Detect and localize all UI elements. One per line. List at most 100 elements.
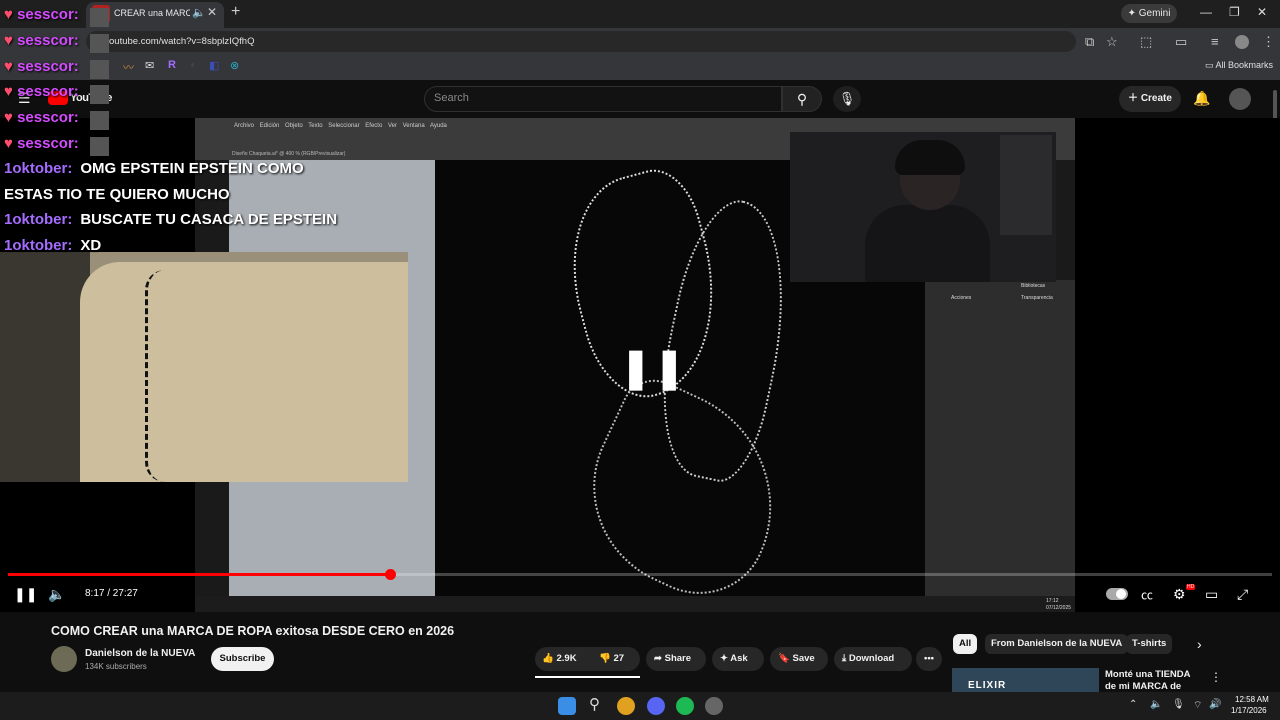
all-bookmarks[interactable]: ▭ All Bookmarks	[1205, 60, 1273, 71]
captions-icon[interactable]: ㏄	[1141, 586, 1153, 603]
media-icon[interactable]: ≡	[1211, 34, 1219, 49]
tab-close-icon[interactable]: ✕	[207, 5, 217, 19]
search-button[interactable]: ⚲	[782, 86, 822, 112]
share-label: Share	[664, 653, 692, 664]
fullscreen-icon[interactable]: ⤢	[1237, 586, 1248, 603]
search-placeholder: Search	[434, 92, 469, 104]
notifications-bell-icon[interactable]: 🔔	[1193, 90, 1210, 107]
tray-volume-icon[interactable]: 🔊	[1209, 699, 1221, 710]
chat-text: XD	[80, 237, 102, 254]
ask-button[interactable]: ✦ Ask	[712, 647, 764, 671]
ask-label: Ask	[730, 653, 748, 664]
bookmark-4-icon[interactable]: ◖	[189, 59, 196, 71]
taskbar-time[interactable]: 12:58 AM	[1235, 695, 1269, 704]
maximize-icon[interactable]: ❐	[1229, 5, 1240, 19]
start-icon[interactable]	[558, 697, 576, 715]
stream-clock-time: 17:12	[1046, 598, 1059, 604]
bookmark-5-icon[interactable]: ◧	[209, 59, 219, 72]
thumbs-down-icon: 👎	[599, 653, 611, 664]
create-button[interactable]: ＋ Create	[1119, 86, 1181, 112]
minimize-icon[interactable]: —	[1200, 5, 1212, 19]
tab-search-icon[interactable]: ▭	[1175, 34, 1187, 50]
chip-all[interactable]: All	[953, 634, 978, 654]
bookmark-1-icon[interactable]: 〰	[123, 59, 134, 75]
video-title: COMO CREAR una MARCA DE ROPA exitosa DES…	[51, 624, 455, 638]
like-button[interactable]: 👍 2.9K	[535, 647, 593, 671]
profile-avatar[interactable]	[1235, 35, 1249, 49]
all-bookmarks-label: All Bookmarks	[1215, 60, 1274, 70]
panel-item: Transparencia	[1021, 295, 1053, 301]
chrome-icon[interactable]	[617, 697, 635, 715]
bookmark-6-icon[interactable]: ⊗	[230, 59, 239, 72]
tray-chevron-icon[interactable]: ⌃	[1129, 699, 1137, 710]
search-input[interactable]	[424, 86, 782, 112]
spotify-icon[interactable]	[676, 697, 694, 715]
panel-item: Bibliotecas	[1021, 283, 1046, 289]
discord-icon[interactable]	[647, 697, 665, 715]
kebab-menu-icon[interactable]: ⋮	[1210, 670, 1222, 684]
tray-audio-icon[interactable]: 🔈	[1150, 699, 1162, 710]
chat-username: sesscor:	[17, 109, 79, 126]
save-label: Save	[792, 653, 815, 664]
tab-audio-icon[interactable]: 🔈	[192, 6, 206, 19]
chat-message: 1oktober: OMG EPSTEIN EPSTEIN COMO	[4, 160, 304, 177]
volume-icon[interactable]: 🔈	[48, 586, 65, 603]
chevron-right-icon[interactable]: ›	[1197, 636, 1202, 652]
extensions-icon[interactable]: ⬚	[1140, 34, 1152, 50]
chat-username: sesscor:	[17, 135, 79, 152]
tray-wifi-icon[interactable]: ⌔	[1193, 699, 1202, 712]
channel-name[interactable]: Danielson de la NUEVA	[85, 648, 195, 659]
coiled-cable	[145, 270, 185, 482]
more-menu-icon[interactable]: ⋮	[1262, 34, 1275, 50]
illustrator-doc-title: Diseño Chaqueta.ai* @ 400 % (RGB/Previsu…	[232, 151, 346, 157]
tray-mic-icon[interactable]: 🎙	[1172, 699, 1185, 710]
dislike-count: 27	[613, 653, 625, 664]
bookmark-r-icon[interactable]: R	[168, 59, 176, 71]
voice-search-button[interactable]: 🎙	[833, 86, 861, 112]
stream-windows-taskbar	[195, 596, 1075, 612]
account-avatar[interactable]	[1229, 88, 1251, 110]
time-display: 8:17 / 27:27	[85, 588, 138, 599]
channel-avatar[interactable]	[51, 646, 77, 672]
chip-channel[interactable]: From Danielson de la NUEVA	[985, 634, 1129, 654]
chat-text: ESTAS TIO TE QUIERO MUCHO	[4, 186, 230, 203]
chat-username: 1oktober:	[4, 160, 73, 177]
chat-username: 1oktober:	[4, 237, 73, 254]
autoplay-knob	[1116, 589, 1126, 599]
app-icon[interactable]	[705, 697, 723, 715]
chat-text: BUSCATE TU CASACA DE EPSTEIN	[80, 211, 338, 228]
heart-badge-icon: ♥	[4, 32, 18, 49]
subscriber-count: 134K subscribers	[85, 662, 147, 671]
download-button[interactable]: ⤓ Download	[834, 647, 912, 671]
share-button[interactable]: ➦ Share	[646, 647, 706, 671]
gemini-button[interactable]: ✦ Gemini	[1121, 4, 1177, 23]
install-icon[interactable]: ⧉	[1085, 34, 1094, 50]
illustrator-menu: Archivo Edición Objeto Texto Seleccionar…	[234, 123, 447, 129]
bookmark-star-icon[interactable]: ☆	[1106, 34, 1118, 50]
bookmark-mail-icon[interactable]: ✉	[145, 59, 154, 72]
miniplayer-icon[interactable]: ▭	[1205, 586, 1218, 603]
pause-icon[interactable]: ❚❚	[14, 586, 37, 603]
recommendation-title[interactable]: Monté una TIENDA de mi MARCA de ROPA y	[1105, 669, 1203, 690]
new-tab-icon[interactable]: +	[231, 3, 240, 21]
tab-title: CREAR una MARCA	[114, 8, 190, 18]
taskbar-date[interactable]: 1/17/2026	[1231, 706, 1267, 715]
gemini-label: Gemini	[1138, 8, 1171, 19]
chat-message: ♥ sesscor:	[4, 109, 79, 126]
chat-username: sesscor:	[17, 83, 79, 100]
chip-tshirts[interactable]: T-shirts	[1126, 634, 1173, 654]
subscribe-button[interactable]: Subscribe	[211, 647, 274, 671]
scrubber-handle[interactable]	[384, 569, 396, 580]
pause-overlay-icon[interactable]: ❚❚	[619, 345, 686, 391]
heart-badge-icon: ♥	[4, 83, 18, 100]
close-window-icon[interactable]: ✕	[1257, 5, 1267, 19]
illustrator-panel	[925, 280, 1075, 596]
heart-badge-icon: ♥	[4, 135, 18, 152]
save-button[interactable]: 🔖 Save	[770, 647, 828, 671]
chat-message: ♥ sesscor:	[4, 58, 79, 75]
settings-gear-icon[interactable]: ⚙	[1173, 586, 1186, 603]
search-taskbar-icon[interactable]: ⚲	[589, 695, 600, 713]
more-actions-button[interactable]: •••	[916, 647, 942, 671]
heart-badge-icon: ♥	[4, 109, 18, 126]
dislike-button[interactable]: 👎 27	[593, 647, 640, 671]
